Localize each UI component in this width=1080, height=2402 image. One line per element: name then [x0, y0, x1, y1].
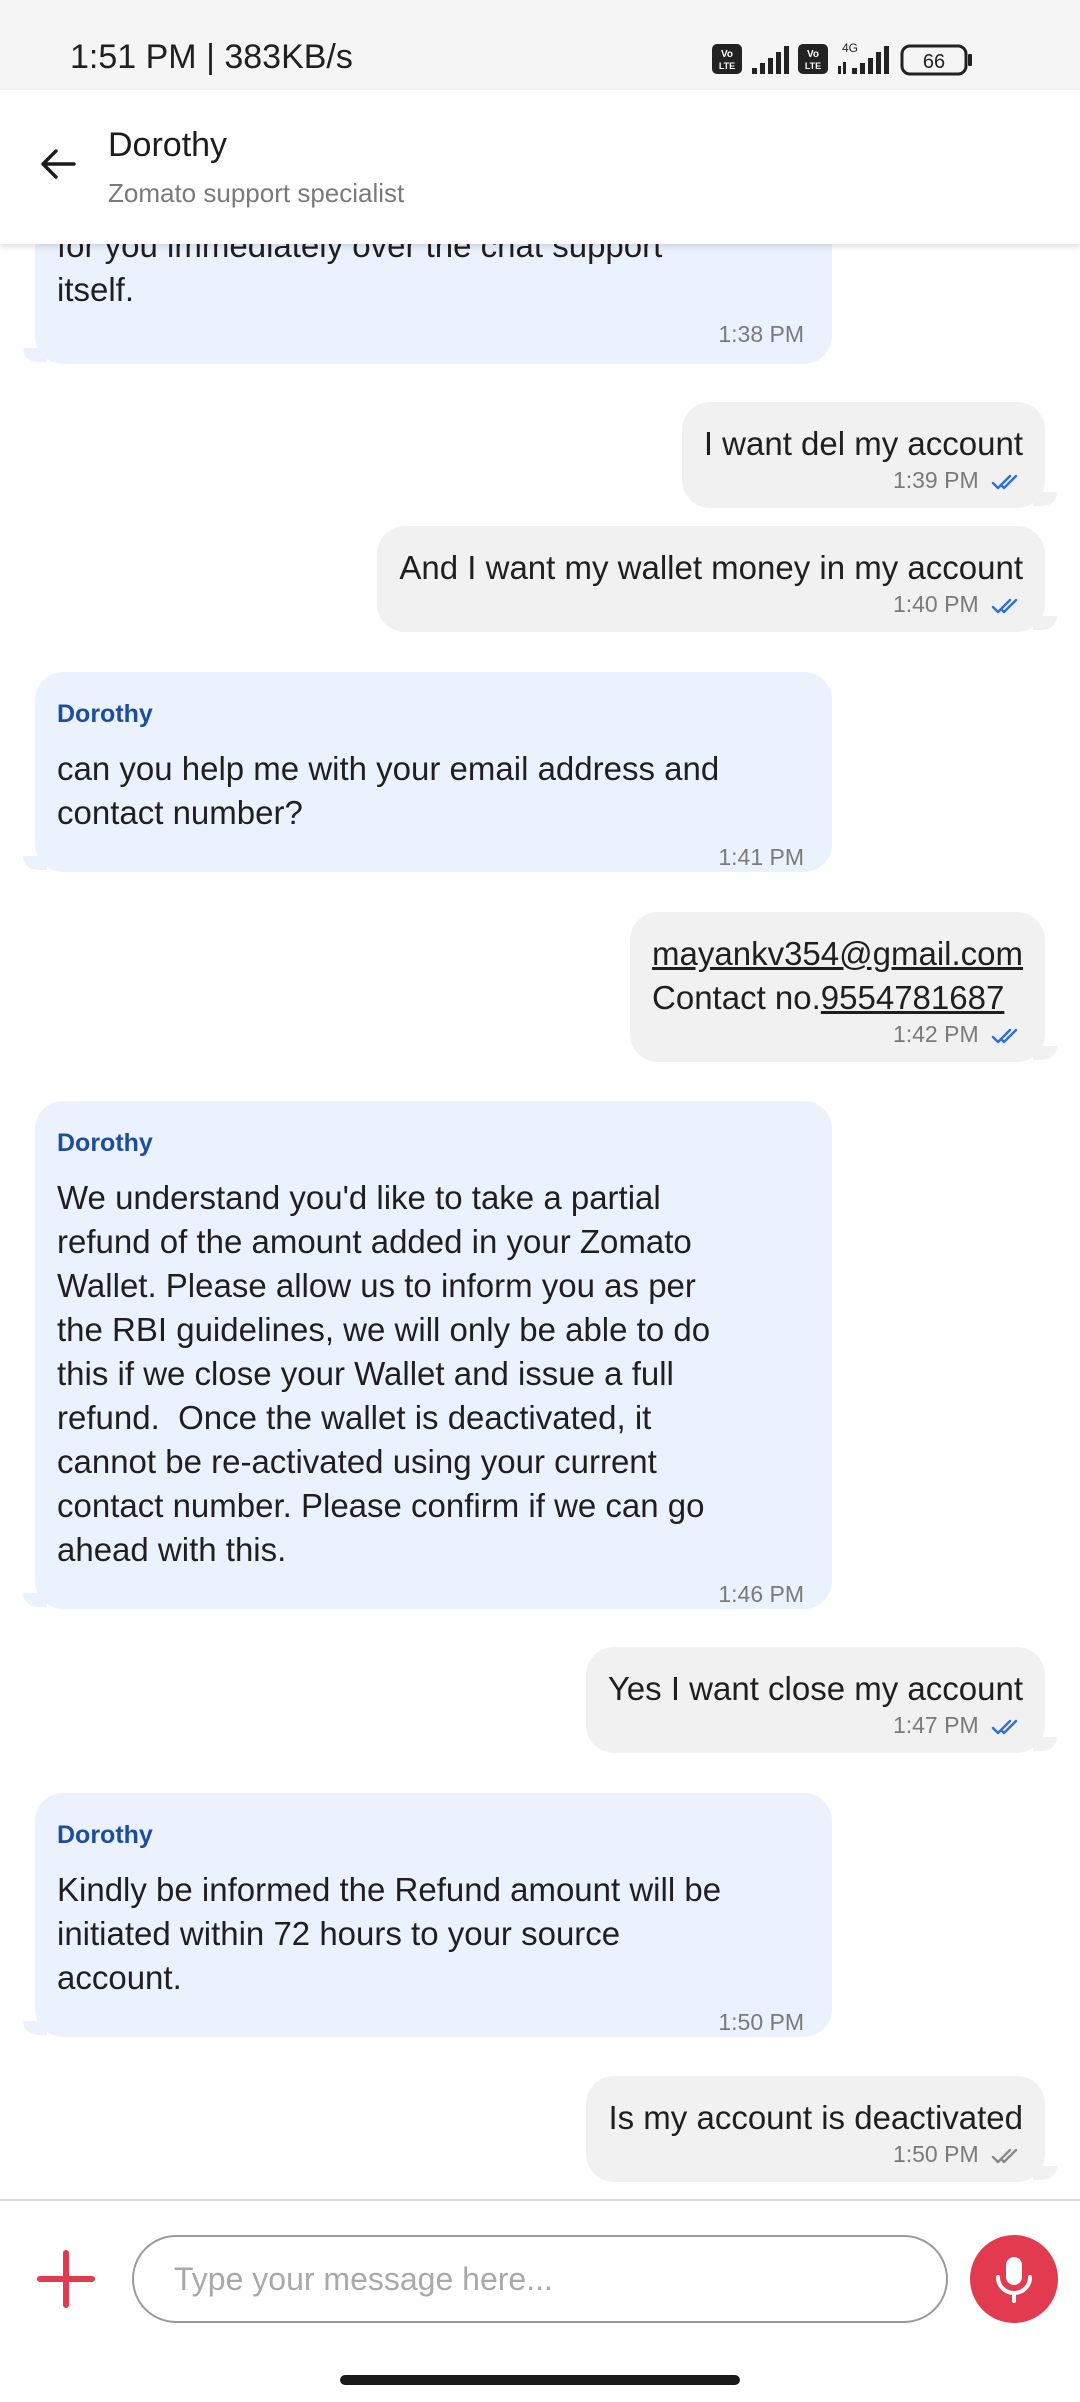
message-meta: 1:46 PM [57, 1580, 804, 1620]
microphone-icon [996, 2257, 1032, 2303]
read-double-tick-icon [991, 1028, 1018, 1044]
read-double-tick-icon [991, 1719, 1018, 1735]
outgoing-message: Is my account is deactivated 1:50 PM [586, 2076, 1057, 2182]
incoming-message: Dorothy We understand you'd like to take… [23, 1101, 832, 1609]
message-text: I want del my account [703, 425, 1023, 462]
outgoing-message: I want del my account 1:39 PM [681, 402, 1058, 508]
contact-subtitle: Zomato support specialist [108, 178, 405, 208]
home-indicator[interactable] [340, 2375, 740, 2385]
status-time: 1:51 PM | 383KB/s [70, 38, 353, 76]
svg-text:Vo: Vo [721, 49, 733, 60]
read-double-tick-icon [991, 598, 1018, 614]
message-time: 1:38 PM [718, 321, 804, 347]
message-time: 1:42 PM [892, 1021, 979, 1047]
contact-name: Dorothy [108, 126, 228, 164]
read-double-tick-icon [991, 474, 1018, 490]
signal-icon [752, 46, 789, 74]
svg-text:LTE: LTE [805, 61, 821, 71]
message-time: 1:47 PM [892, 1712, 979, 1738]
volte-icon: Vo LTE [712, 44, 742, 74]
sender-name: Dorothy [57, 700, 153, 728]
message-meta: 1:39 PM [704, 466, 1023, 506]
message-meta: 1:50 PM [57, 2008, 804, 2048]
message-meta: 1:40 PM [399, 590, 1023, 630]
message-time: 1:50 PM [718, 2009, 804, 2035]
message-text: We understand you'd like to take a parti… [57, 1179, 711, 1568]
battery-icon: 66 [900, 44, 972, 76]
message-time: 1:39 PM [892, 467, 979, 493]
4g-signal-icon: 4G [838, 42, 889, 74]
message-time: 1:50 PM [892, 2141, 979, 2167]
chat-header: Dorothy Zomato support specialist [0, 90, 1080, 244]
sender-name: Dorothy [57, 1129, 153, 1157]
outgoing-message: And I want my wallet money in my account… [377, 526, 1057, 632]
contact-label: Contact no. [652, 979, 821, 1016]
back-arrow-icon[interactable] [34, 140, 82, 188]
incoming-message: for you immediately over the chat suppor… [23, 244, 832, 364]
voice-record-button[interactable] [970, 2235, 1058, 2323]
svg-text:66: 66 [923, 51, 945, 73]
message-meta: 1:38 PM [57, 320, 804, 360]
email-link[interactable]: mayankv354@gmail.com [652, 935, 1023, 972]
message-meta: 1:47 PM [608, 1711, 1023, 1751]
phone-link[interactable]: 9554781687 [821, 979, 1005, 1016]
message-text: Yes I want close my account [607, 1670, 1023, 1707]
message-time: 1:40 PM [892, 591, 979, 617]
incoming-message: Dorothy can you help me with your email … [23, 672, 832, 872]
message-meta: 1:41 PM [57, 843, 804, 883]
delivered-double-tick-icon [991, 2148, 1018, 2164]
message-composer [0, 2199, 1080, 2402]
message-text: mayankv354@gmail.com Contact no.95547816… [652, 932, 1023, 1020]
status-icons: Vo LTE Vo LTE 4G 66 [712, 42, 972, 76]
outgoing-message: Yes I want close my account 1:47 PM [585, 1647, 1058, 1753]
outgoing-message: mayankv354@gmail.com Contact no.95547816… [630, 912, 1057, 1062]
chat-message-list[interactable]: for you immediately over the chat suppor… [0, 244, 1080, 2200]
message-input[interactable] [132, 2235, 948, 2323]
svg-text:4G: 4G [842, 42, 858, 55]
message-text: Is my account is deactivated [608, 2099, 1023, 2136]
incoming-message: Dorothy Kindly be informed the Refund am… [23, 1793, 832, 2037]
message-time: 1:46 PM [718, 1581, 804, 1607]
message-text: Kindly be informed the Refund amount wil… [57, 1871, 722, 1996]
message-text: can you help me with your email address … [57, 750, 720, 831]
svg-text:Vo: Vo [807, 49, 819, 60]
message-meta: 1:50 PM [608, 2140, 1023, 2180]
add-attachment-button[interactable] [36, 2249, 96, 2309]
volte-icon: Vo LTE [798, 44, 828, 74]
status-bar: 1:51 PM | 383KB/s Vo LTE Vo LTE 4G 66 [0, 0, 1080, 90]
message-meta: 1:42 PM [652, 1020, 1023, 1060]
message-text: for you immediately over the chat suppor… [57, 244, 663, 308]
sender-name: Dorothy [57, 1821, 153, 1849]
message-time: 1:41 PM [718, 844, 804, 870]
svg-text:LTE: LTE [719, 61, 735, 71]
message-text: And I want my wallet money in my account [399, 549, 1023, 586]
